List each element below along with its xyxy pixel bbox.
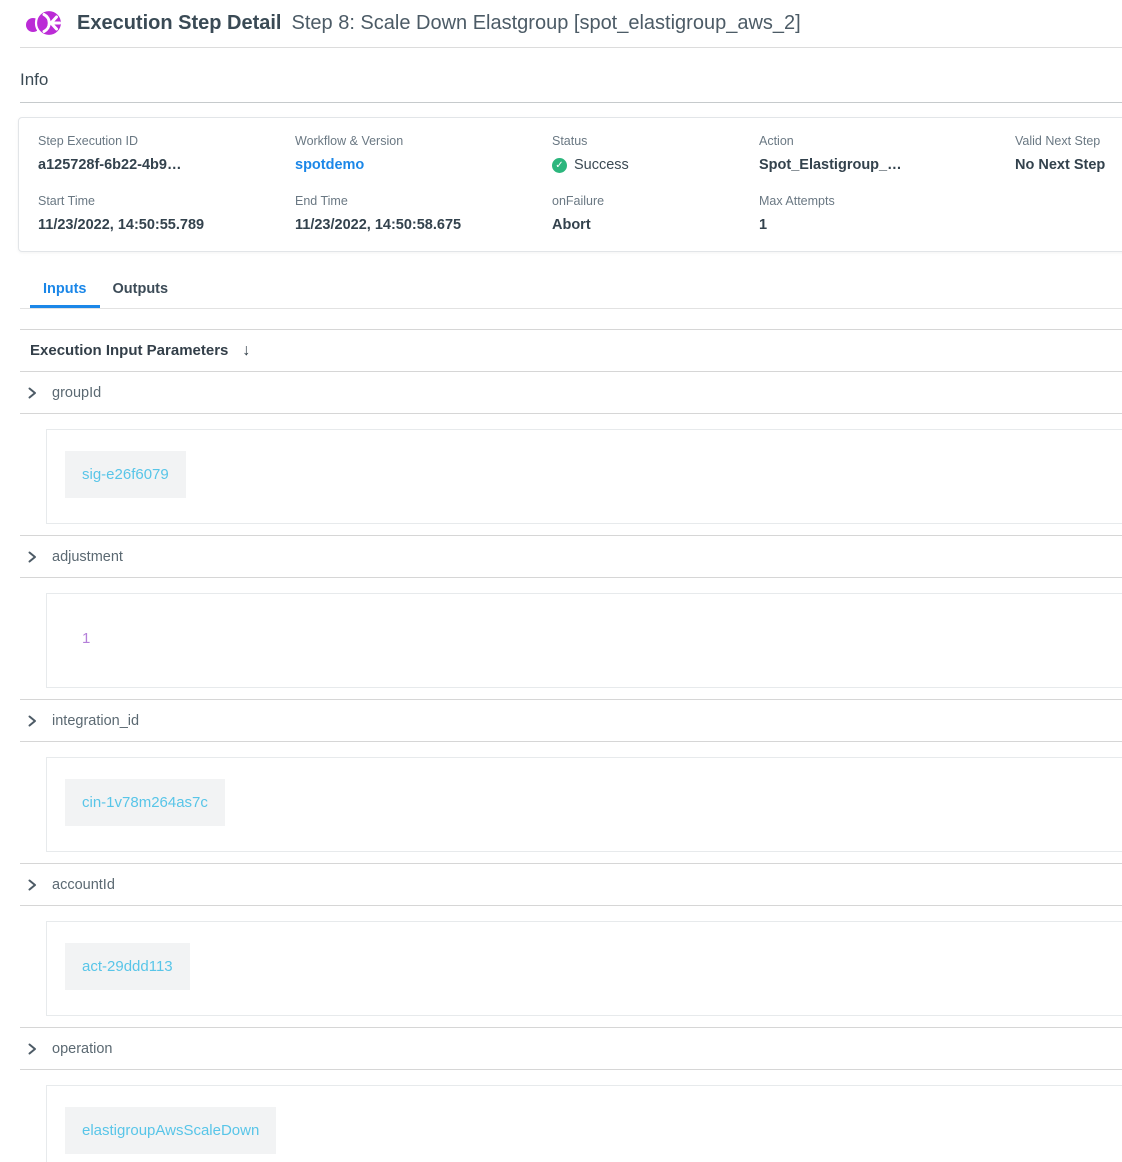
info-field-value[interactable]: ✓ Success xyxy=(552,157,759,173)
spot-logo-icon xyxy=(24,8,64,38)
info-field-value-text: 1 xyxy=(759,217,767,233)
info-field: onFailure ✓ Abort xyxy=(552,194,759,233)
info-field-label: Status xyxy=(552,134,759,148)
parameter-value-panel: act-29ddd113 xyxy=(46,921,1122,1016)
info-section-title: Info xyxy=(20,70,1122,90)
info-field: Start Time ✓ 11/23/2022, 14:50:55.789 xyxy=(38,194,295,233)
chevron-right-icon[interactable] xyxy=(26,387,38,399)
chevron-right-icon[interactable] xyxy=(26,879,38,891)
info-field-label: Valid Next Step xyxy=(1015,134,1122,148)
parameter-row[interactable]: groupId xyxy=(20,372,1122,414)
arrow-down-icon[interactable]: ↓ xyxy=(242,342,250,360)
info-field-label: Workflow & Version xyxy=(295,134,552,148)
parameter-row[interactable]: adjustment xyxy=(20,536,1122,578)
info-field: Valid Next Step ✓ No Next Step xyxy=(1015,134,1122,173)
info-field-value-text: Spot_Elastigroup_… xyxy=(759,157,902,173)
info-field-label: Step Execution ID xyxy=(38,134,295,148)
info-field-value[interactable]: ✓ No Next Step xyxy=(1015,157,1122,173)
info-field-value[interactable]: ✓ 1 xyxy=(759,217,1015,233)
parameter-name: integration_id xyxy=(52,713,139,729)
parameter-block: integration_id cin-1v78m264as7c xyxy=(20,699,1122,852)
chevron-right-icon[interactable] xyxy=(26,715,38,727)
info-field-label: Start Time xyxy=(38,194,295,208)
info-field-value-text: Success xyxy=(574,157,629,173)
info-field-value-text: 11/23/2022, 14:50:55.789 xyxy=(38,217,204,233)
parameter-value: sig-e26f6079 xyxy=(65,451,186,498)
parameter-value: elastigroupAwsScaleDown xyxy=(65,1107,276,1154)
parameter-row[interactable]: operation xyxy=(20,1028,1122,1070)
info-field-value[interactable]: ✓ Spot_Elastigroup_… xyxy=(759,157,1015,173)
info-field: Status ✓ Success xyxy=(552,134,759,173)
parameter-value: cin-1v78m264as7c xyxy=(65,779,225,826)
info-field-value[interactable]: ✓ Abort xyxy=(552,217,759,233)
page-subtitle: Step 8: Scale Down Elastgroup [spot_elas… xyxy=(292,12,801,35)
parameters-section-header: Execution Input Parameters ↓ xyxy=(20,330,1122,372)
info-field-value[interactable]: ✓ a125728f-6b22-4b9… xyxy=(38,157,295,173)
parameter-row[interactable]: integration_id xyxy=(20,700,1122,742)
info-field-label: Max Attempts xyxy=(759,194,1015,208)
page-title: Execution Step Detail xyxy=(77,12,282,35)
info-card: Step Execution ID ✓ a125728f-6b22-4b9… W… xyxy=(18,117,1122,252)
parameters-section: Execution Input Parameters ↓ groupId sig… xyxy=(20,329,1122,1162)
info-field-label: onFailure xyxy=(552,194,759,208)
parameter-value: 1 xyxy=(65,615,107,662)
info-field-label: End Time xyxy=(295,194,552,208)
divider xyxy=(20,102,1122,103)
info-field-value[interactable]: ✓ 11/23/2022, 14:50:58.675 xyxy=(295,217,552,233)
parameter-block: operation elastigroupAwsScaleDown xyxy=(20,1027,1122,1162)
parameter-block: groupId sig-e26f6079 xyxy=(20,372,1122,524)
parameter-block: accountId act-29ddd113 xyxy=(20,863,1122,1016)
success-check-icon: ✓ xyxy=(552,158,567,173)
parameters-list: groupId sig-e26f6079 adjustment xyxy=(20,372,1122,1162)
tab[interactable]: Inputs xyxy=(30,272,100,308)
parameter-value: act-29ddd113 xyxy=(65,943,190,990)
info-field-label: Action xyxy=(759,134,1015,148)
info-field-value[interactable]: ✓ spotdemo xyxy=(295,157,552,173)
parameter-name: adjustment xyxy=(52,549,123,565)
parameter-name: groupId xyxy=(52,385,101,401)
chevron-right-icon[interactable] xyxy=(26,551,38,563)
info-field: End Time ✓ 11/23/2022, 14:50:58.675 xyxy=(295,194,552,233)
parameters-section-title: Execution Input Parameters xyxy=(30,342,228,359)
info-field-value-text: spotdemo xyxy=(295,157,364,173)
info-field-value-text: Abort xyxy=(552,217,591,233)
info-field: Max Attempts ✓ 1 xyxy=(759,194,1015,233)
info-field: Action ✓ Spot_Elastigroup_… xyxy=(759,134,1015,173)
parameter-name: accountId xyxy=(52,877,115,893)
parameter-value-panel: elastigroupAwsScaleDown xyxy=(46,1085,1122,1162)
parameter-block: adjustment 1 xyxy=(20,535,1122,688)
tab[interactable]: Outputs xyxy=(100,272,182,308)
tab-bar: Inputs Outputs xyxy=(20,272,1122,309)
chevron-right-icon[interactable] xyxy=(26,1043,38,1055)
info-field-value-text: No Next Step xyxy=(1015,157,1105,173)
parameter-value-panel: sig-e26f6079 xyxy=(46,429,1122,524)
info-field: Step Execution ID ✓ a125728f-6b22-4b9… xyxy=(38,134,295,173)
page-header: Execution Step Detail Step 8: Scale Down… xyxy=(20,0,1122,48)
info-field-value-text: a125728f-6b22-4b9… xyxy=(38,157,181,173)
parameter-value-panel: 1 xyxy=(46,593,1122,688)
parameter-value-panel: cin-1v78m264as7c xyxy=(46,757,1122,852)
info-field-value[interactable]: ✓ 11/23/2022, 14:50:55.789 xyxy=(38,217,295,233)
parameter-row[interactable]: accountId xyxy=(20,864,1122,906)
info-field: Workflow & Version ✓ spotdemo xyxy=(295,134,552,173)
info-field-value-text: 11/23/2022, 14:50:58.675 xyxy=(295,217,461,233)
parameter-name: operation xyxy=(52,1041,112,1057)
